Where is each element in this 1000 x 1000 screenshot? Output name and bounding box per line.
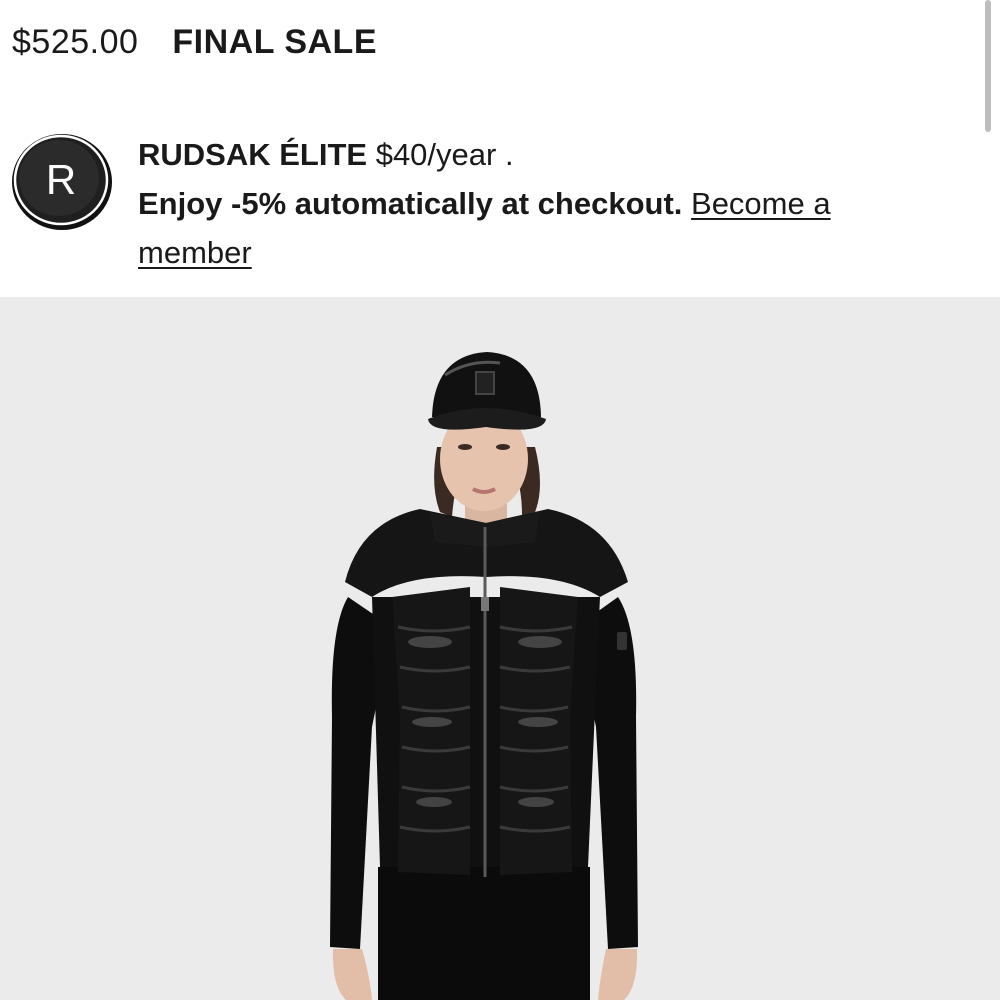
product-photo[interactable] xyxy=(0,297,1000,1000)
logo-letter: R xyxy=(46,156,76,203)
membership-promo: R RUDSAK ÉLITE $40/year . Enjoy -5% auto… xyxy=(10,126,990,276)
final-sale-label: FINAL SALE xyxy=(172,23,378,61)
membership-name: RUDSAK ÉLITE xyxy=(138,137,368,172)
membership-benefit-line: Enjoy -5% automatically at checkout. Bec… xyxy=(138,179,898,277)
membership-text: RUDSAK ÉLITE $40/year . Enjoy -5% automa… xyxy=(138,130,898,277)
scrollbar[interactable] xyxy=(985,0,991,132)
product-price: $525.00 xyxy=(12,23,139,61)
product-page: $525.00 FINAL SALE R RUDSAK ÉLITE $40/ye… xyxy=(0,0,1000,1000)
membership-title-line: RUDSAK ÉLITE $40/year . xyxy=(138,130,898,179)
rudsak-elite-logo-icon: R xyxy=(10,130,112,232)
membership-benefit: Enjoy -5% automatically at checkout. xyxy=(138,186,683,221)
price-row: $525.00 FINAL SALE xyxy=(12,22,377,62)
membership-price: $40/year . xyxy=(375,137,514,172)
